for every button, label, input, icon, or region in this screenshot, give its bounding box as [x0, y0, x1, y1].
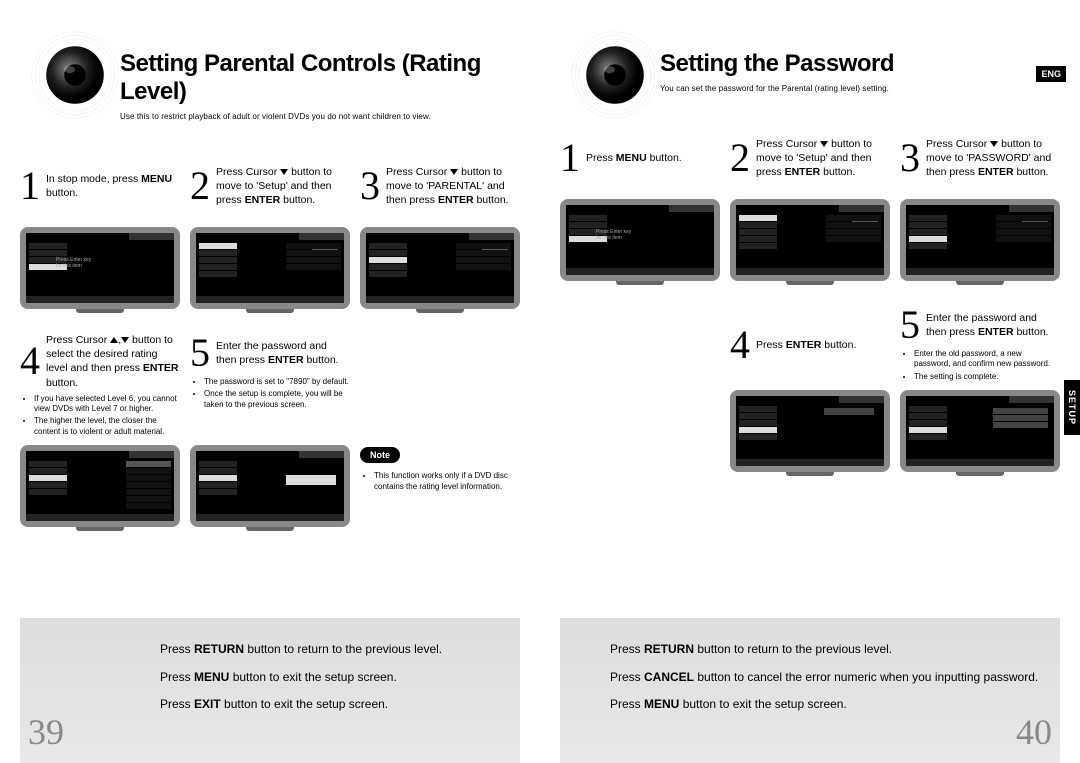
step-number: 4	[20, 341, 40, 381]
footer-lines: Press RETURN button to return to the pre…	[160, 636, 500, 719]
step-text: Enter the password and then press ENTER …	[926, 311, 1060, 339]
screens-row-2: Note This function works only if a DVD d…	[20, 445, 520, 531]
page-title: Setting Parental Controls (Rating Level)	[120, 50, 520, 106]
page-footer: Press RETURN button to return to the pre…	[560, 618, 1060, 763]
page-right: ENG SETUP Setting the Password You can s…	[540, 0, 1080, 763]
step-text: Press Cursor button to move to 'Setup' a…	[756, 137, 890, 180]
step-number: 5	[900, 305, 920, 345]
speaker-icon	[570, 30, 660, 120]
empty-cell	[360, 333, 520, 439]
step-number: 3	[360, 166, 380, 206]
step-text: Press Cursor , button to select the desi…	[46, 333, 180, 390]
cursor-down-icon	[121, 337, 129, 343]
tv-screenshot	[900, 199, 1060, 285]
step-number: 1	[20, 166, 40, 206]
step-text: Press Cursor button to move to 'PARENTAL…	[386, 165, 520, 208]
screens-row-1: Press Enter keyfor this item	[560, 199, 1060, 285]
note-label: Note	[360, 447, 400, 463]
step-number: 5	[190, 333, 210, 373]
cursor-down-icon	[820, 141, 828, 147]
step-5: 5 Enter the password and then press ENTE…	[900, 305, 1060, 384]
tv-screenshot	[190, 227, 350, 313]
tv-screenshot	[900, 390, 1060, 476]
step-1: 1 Press MENU button.	[560, 123, 720, 193]
cursor-down-icon	[990, 141, 998, 147]
step-text: In stop mode, press MENU button.	[46, 172, 180, 200]
step-text: Enter the password and then press ENTER …	[216, 339, 350, 367]
steps-row-1: 1 Press MENU button. 2 Press Cursor butt…	[560, 123, 1060, 193]
page-subtitle: You can set the password for the Parenta…	[660, 84, 1060, 93]
footer-lines: Press RETURN button to return to the pre…	[610, 636, 1040, 719]
step-2: 2 Press Cursor button to move to 'Setup'…	[730, 123, 890, 193]
tv-screenshot: Press Enter keyfor this item	[560, 199, 720, 285]
step-3: 3 Press Cursor button to move to 'PARENT…	[360, 151, 520, 221]
step-3: 3 Press Cursor button to move to 'PASSWO…	[900, 123, 1060, 193]
step-number: 4	[730, 325, 750, 365]
screens-row-2	[560, 390, 1060, 476]
page-left: Setting Parental Controls (Rating Level)…	[0, 0, 540, 763]
note-text: This function works only if a DVD disc c…	[360, 471, 520, 492]
page-number: 40	[1016, 711, 1052, 753]
step-notes: If you have selected Level 6, you cannot…	[20, 394, 180, 440]
page-footer: Press RETURN button to return to the pre…	[20, 618, 520, 763]
step-number: 2	[730, 138, 750, 178]
page-title: Setting the Password	[660, 50, 1060, 78]
step-4: 4 Press Cursor , button to select the de…	[20, 333, 180, 439]
section-tab: SETUP	[1064, 380, 1080, 435]
step-5: 5 Enter the password and then press ENTE…	[190, 333, 350, 439]
cursor-up-icon	[110, 337, 118, 343]
cursor-down-icon	[280, 169, 288, 175]
step-text: Press ENTER button.	[756, 338, 856, 352]
step-2: 2 Press Cursor button to move to 'Setup'…	[190, 151, 350, 221]
tv-screenshot	[360, 227, 520, 313]
tv-screenshot	[190, 445, 350, 531]
step-number: 1	[560, 138, 580, 178]
screens-row-1: Press Enter keyfor this item	[20, 227, 520, 313]
language-badge: ENG	[1036, 66, 1066, 82]
step-notes: Enter the old password, a new password, …	[900, 349, 1060, 384]
step-text: Press MENU button.	[586, 151, 682, 165]
cursor-down-icon	[450, 169, 458, 175]
empty-cell	[560, 305, 720, 384]
step-4: 4 Press ENTER button.	[730, 305, 890, 384]
step-text: Press Cursor button to move to 'PASSWORD…	[926, 137, 1060, 180]
steps-row-2: 4 Press ENTER button. 5 Enter the passwo…	[560, 305, 1060, 384]
tv-screenshot	[20, 445, 180, 531]
step-1: 1 In stop mode, press MENU button.	[20, 151, 180, 221]
steps-row-2: 4 Press Cursor , button to select the de…	[20, 333, 520, 439]
step-notes: The password is set to "7890" by default…	[190, 377, 350, 412]
step-text: Press Cursor button to move to 'Setup' a…	[216, 165, 350, 208]
steps-row-1: 1 In stop mode, press MENU button. 2 Pre…	[20, 151, 520, 221]
empty-cell	[560, 390, 720, 476]
tv-screenshot	[730, 199, 890, 285]
page-number: 39	[28, 711, 64, 753]
step-number: 2	[190, 166, 210, 206]
page-subtitle: Use this to restrict playback of adult o…	[120, 112, 520, 121]
tv-screenshot	[730, 390, 890, 476]
tv-screenshot: Press Enter keyfor this item	[20, 227, 180, 313]
speaker-icon	[30, 30, 120, 120]
note-block: Note This function works only if a DVD d…	[360, 445, 520, 494]
step-number: 3	[900, 138, 920, 178]
